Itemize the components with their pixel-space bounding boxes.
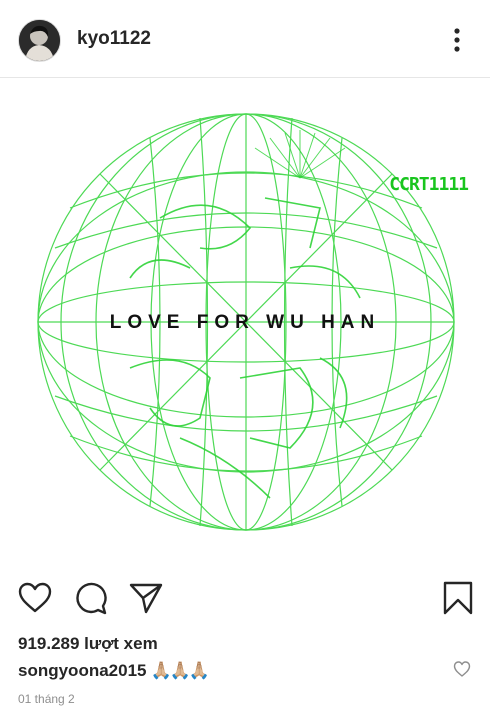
avatar[interactable] [18, 19, 61, 62]
avatar-image [19, 20, 60, 61]
action-bar [0, 580, 490, 620]
comment-username[interactable]: songyoona2015 [18, 661, 147, 680]
more-vertical-icon[interactable] [450, 27, 464, 53]
bookmark-icon[interactable] [440, 580, 476, 616]
view-count[interactable]: 919.289 lượt xem [18, 634, 158, 654]
send-icon[interactable] [128, 580, 164, 616]
post-header: kyo1122 [0, 0, 490, 78]
post-date: 01 tháng 2 [18, 692, 75, 706]
comment-row: songyoona2015 🙏🏼🙏🏼🙏🏼 [18, 661, 210, 681]
comment-text: 🙏🏼🙏🏼🙏🏼 [150, 661, 210, 680]
comment-like-icon[interactable] [453, 660, 471, 678]
username[interactable]: kyo1122 [77, 28, 151, 50]
heart-icon[interactable] [17, 580, 53, 616]
comment-icon[interactable] [73, 580, 109, 616]
post-caption-text: LOVE FOR WU HAN [109, 312, 381, 333]
brand-label: CCRT1111 [389, 174, 469, 195]
